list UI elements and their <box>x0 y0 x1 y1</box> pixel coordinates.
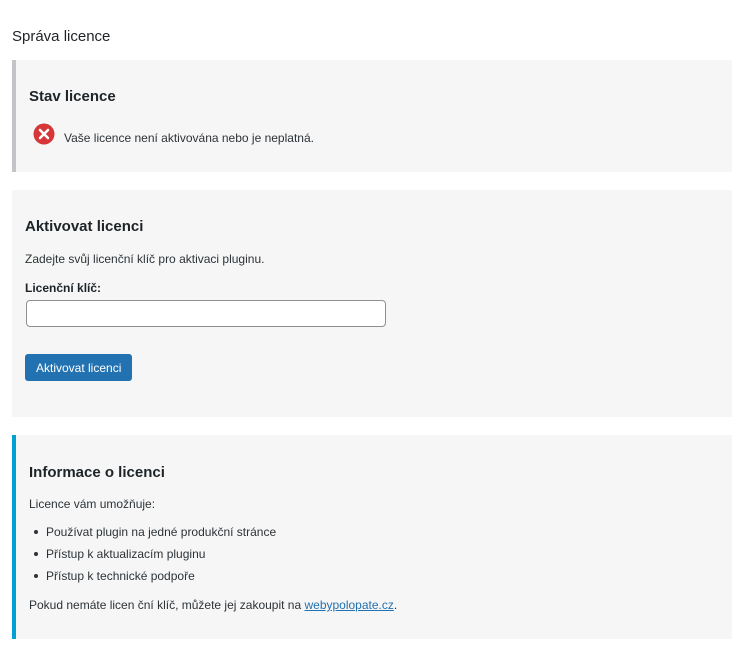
page-title: Správa licence <box>12 28 111 45</box>
license-info-panel: Informace o licenci Licence vám umožňuje… <box>12 435 732 639</box>
info-heading: Informace o licenci <box>29 464 165 481</box>
license-key-label: Licenční klíč: <box>25 281 102 295</box>
status-heading: Stav licence <box>29 88 116 105</box>
activate-heading: Aktivovat licenci <box>25 218 144 235</box>
list-item: Přístup k aktualizacím pluginu <box>29 547 276 569</box>
activate-description: Zadejte svůj licenční klíč pro aktivaci … <box>25 252 265 266</box>
activate-license-panel: Aktivovat licenci Zadejte svůj licenční … <box>12 190 732 417</box>
license-status-panel: Stav licence Vaše licence není aktivován… <box>12 60 732 172</box>
purchase-note-prefix: Pokud nemáte licen ční klíč, můžete jej … <box>29 598 305 612</box>
list-item: Používat plugin na jedné produkční strán… <box>29 525 276 547</box>
purchase-link[interactable]: webypolopate.cz <box>304 598 393 612</box>
error-circle-icon <box>33 123 55 145</box>
list-item: Přístup k technické podpoře <box>29 569 276 591</box>
activate-license-button[interactable]: Aktivovat licenci <box>25 354 133 381</box>
purchase-note: Pokud nemáte licen ční klíč, můžete jej … <box>29 598 397 612</box>
info-intro: Licence vám umožňuje: <box>29 497 156 511</box>
status-message: Vaše licence není aktivována nebo je nep… <box>64 131 314 145</box>
benefits-list: Používat plugin na jedné produkční strán… <box>29 525 276 591</box>
license-key-input[interactable] <box>26 300 386 327</box>
purchase-note-suffix: . <box>393 598 398 612</box>
